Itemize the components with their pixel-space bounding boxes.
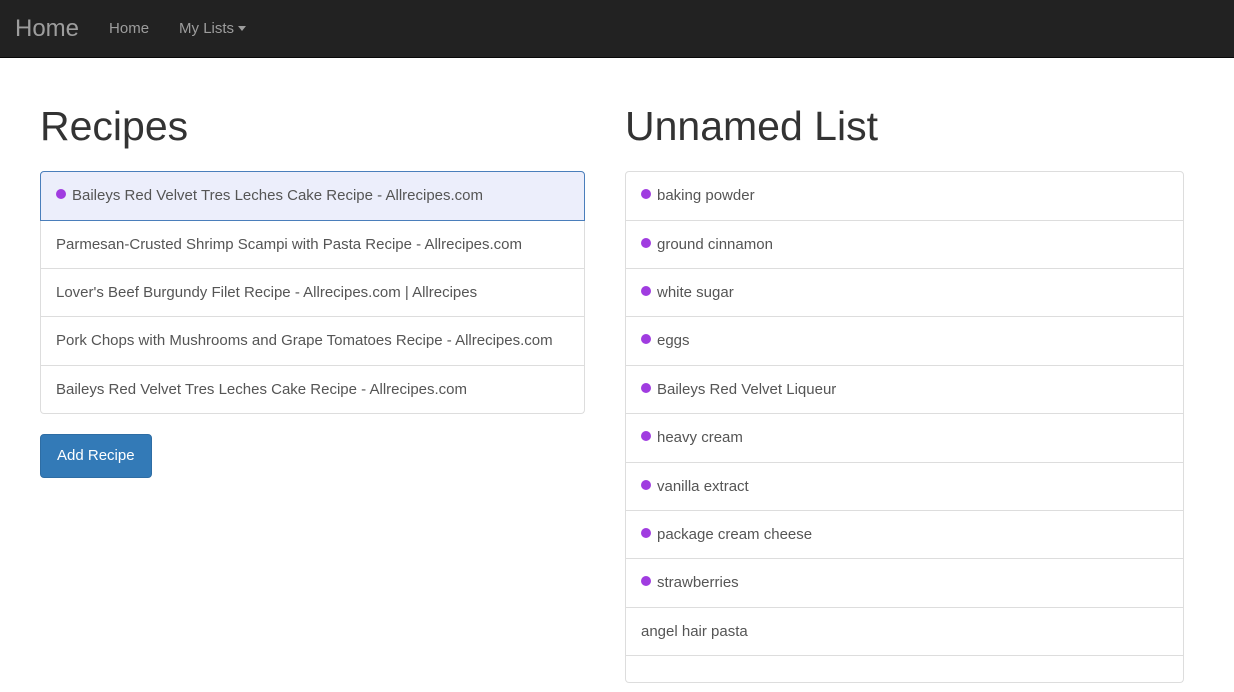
- recipes-column: Recipes Baileys Red Velvet Tres Leches C…: [40, 58, 617, 692]
- ingredient-list-item[interactable]: Baileys Red Velvet Liqueur: [625, 365, 1184, 415]
- shopping-list-column: Unnamed List baking powder ground cinnam…: [617, 58, 1194, 692]
- ingredient-list-item[interactable]: angel hair pasta: [625, 607, 1184, 657]
- ingredient-item-label: package cream cheese: [657, 526, 813, 544]
- ingredient-list-item[interactable]: ground cinnamon: [625, 220, 1184, 269]
- page-root: Home Home My Lists Recipes Baileys Red V…: [0, 0, 1234, 692]
- ingredient-list-item[interactable]: [625, 656, 1184, 684]
- ingredient-item-label: eggs: [657, 332, 690, 350]
- ingredient-item-label: strawberries: [657, 574, 739, 592]
- bullet-icon: [56, 189, 66, 200]
- ingredient-list-item[interactable]: vanilla extract: [625, 462, 1184, 512]
- ingredient-list-item[interactable]: heavy cream: [625, 414, 1184, 463]
- nav-link-my-lists-label: My Lists: [179, 19, 235, 37]
- ingredient-item-label: vanilla extract: [657, 477, 749, 495]
- ingredient-item-label: heavy cream: [657, 429, 743, 447]
- nav-item-my-lists: My Lists: [164, 0, 261, 58]
- ingredients-list-group: baking powder ground cinnamon white suga…: [625, 171, 1184, 684]
- bullet-icon: [641, 237, 651, 248]
- bullet-icon: [641, 528, 651, 539]
- recipe-item-label: Lover's Beef Burgundy Filet Recipe - All…: [56, 283, 478, 301]
- recipe-item-label: Baileys Red Velvet Tres Leches Cake Reci…: [72, 187, 484, 205]
- recipe-item-label: Parmesan-Crusted Shrimp Scampi with Past…: [56, 235, 523, 253]
- nav-link-home[interactable]: Home: [94, 0, 164, 58]
- bullet-icon: [641, 334, 651, 345]
- ingredient-list-item[interactable]: baking powder: [625, 171, 1184, 221]
- bullet-icon: [641, 576, 651, 587]
- main-container: Recipes Baileys Red Velvet Tres Leches C…: [0, 58, 1234, 692]
- ingredient-list-item[interactable]: strawberries: [625, 559, 1184, 608]
- bullet-icon: [641, 189, 651, 200]
- recipe-list-item[interactable]: Baileys Red Velvet Tres Leches Cake Reci…: [40, 171, 585, 221]
- nav-link-home-label: Home: [109, 19, 150, 37]
- navbar-nav: Home My Lists: [94, 0, 261, 58]
- bullet-icon: [641, 431, 651, 442]
- bullet-icon: [641, 285, 651, 296]
- recipe-list-item[interactable]: Pork Chops with Mushrooms and Grape Toma…: [40, 317, 585, 366]
- ingredient-item-label: ground cinnamon: [657, 235, 773, 253]
- ingredient-item-label: Baileys Red Velvet Liqueur: [657, 380, 837, 398]
- recipes-heading: Recipes: [40, 103, 189, 149]
- recipe-item-label: Baileys Red Velvet Tres Leches Cake Reci…: [56, 380, 468, 398]
- navbar-brand-home[interactable]: Home: [0, 16, 94, 41]
- recipe-list-item[interactable]: Lover's Beef Burgundy Filet Recipe - All…: [40, 268, 585, 318]
- chevron-down-icon: [238, 26, 247, 31]
- bullet-icon: [641, 479, 651, 490]
- ingredient-item-label: white sugar: [657, 283, 734, 301]
- bullet-icon: [641, 382, 651, 393]
- ingredient-item-label: angel hair pasta: [641, 622, 748, 640]
- recipe-item-label: Pork Chops with Mushrooms and Grape Toma…: [56, 332, 553, 350]
- ingredient-list-item[interactable]: white sugar: [625, 268, 1184, 318]
- add-recipe-button[interactable]: Add Recipe: [40, 434, 152, 478]
- top-navbar: Home Home My Lists: [0, 0, 1234, 58]
- recipes-list-group: Baileys Red Velvet Tres Leches Cake Reci…: [40, 171, 585, 415]
- list-heading: Unnamed List: [625, 103, 878, 149]
- recipe-list-item[interactable]: Baileys Red Velvet Tres Leches Cake Reci…: [40, 365, 585, 415]
- ingredient-list-item[interactable]: eggs: [625, 317, 1184, 366]
- nav-item-home: Home: [94, 0, 164, 58]
- ingredient-list-item[interactable]: package cream cheese: [625, 511, 1184, 560]
- ingredient-item-label: baking powder: [657, 187, 755, 205]
- nav-link-my-lists[interactable]: My Lists: [164, 0, 261, 58]
- recipe-list-item[interactable]: Parmesan-Crusted Shrimp Scampi with Past…: [40, 220, 585, 269]
